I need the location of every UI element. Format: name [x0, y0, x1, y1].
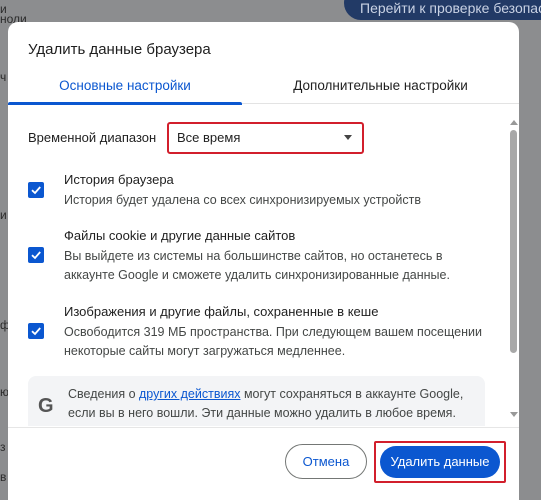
checkmark-icon: [31, 186, 41, 195]
google-g-icon: G: [38, 395, 54, 417]
info-text: Сведения о других действиях могут сохран…: [68, 385, 478, 423]
background-text: и: [0, 208, 7, 222]
option-description: Вы выйдете из системы на большинстве сай…: [64, 249, 450, 282]
time-range-row: Временной диапазон Все время: [8, 120, 508, 156]
delete-data-button[interactable]: Удалить данные: [380, 446, 500, 478]
time-range-value: Все время: [177, 130, 241, 145]
option-title: История браузера: [64, 172, 174, 187]
checkmark-icon: [31, 327, 41, 336]
google-account-info: G Сведения о других действиях могут сохр…: [28, 376, 485, 426]
tab-basic-settings[interactable]: Основные настройки: [8, 74, 242, 105]
delete-button-highlight: Удалить данные: [374, 441, 506, 483]
history-checkbox[interactable]: [28, 182, 44, 198]
footer-divider: [8, 427, 519, 428]
scrollbar-thumb[interactable]: [510, 130, 517, 353]
option-description: Освободится 319 МБ пространства. При сле…: [64, 325, 482, 358]
time-range-label: Временной диапазон: [28, 130, 157, 145]
scroll-up-arrow-icon[interactable]: [510, 120, 518, 125]
cancel-button[interactable]: Отмена: [285, 444, 367, 479]
background-text: в: [0, 470, 7, 484]
content-scrollbar[interactable]: [508, 118, 519, 424]
checkmark-icon: [31, 251, 41, 260]
scroll-down-arrow-icon[interactable]: [510, 412, 518, 417]
option-description: История будет удалена со всех синхронизи…: [64, 193, 421, 207]
info-prefix: Сведения о: [68, 387, 140, 401]
cookies-checkbox[interactable]: [28, 247, 44, 263]
clear-browsing-data-dialog: Удалить данные браузера Основные настрой…: [8, 22, 519, 500]
time-range-select[interactable]: Все время: [167, 122, 364, 154]
other-activity-link[interactable]: других действиях: [139, 387, 240, 401]
dialog-title: Удалить данные браузера: [28, 41, 211, 58]
cache-checkbox[interactable]: [28, 323, 44, 339]
background-text: з: [0, 440, 6, 454]
dialog-content: Временной диапазон Все время История бра…: [8, 106, 508, 426]
safety-check-button: Перейти к проверке безопасности: [344, 0, 541, 20]
option-title: Файлы cookie и другие данные сайтов: [64, 228, 296, 243]
tab-advanced-settings[interactable]: Дополнительные настройки: [242, 74, 519, 104]
chevron-down-icon: [344, 135, 352, 140]
tab-bar: Основные настройки Дополнительные настро…: [8, 74, 519, 105]
background-text: ч: [0, 70, 7, 84]
option-title: Изображения и другие файлы, сохраненные …: [64, 304, 379, 319]
